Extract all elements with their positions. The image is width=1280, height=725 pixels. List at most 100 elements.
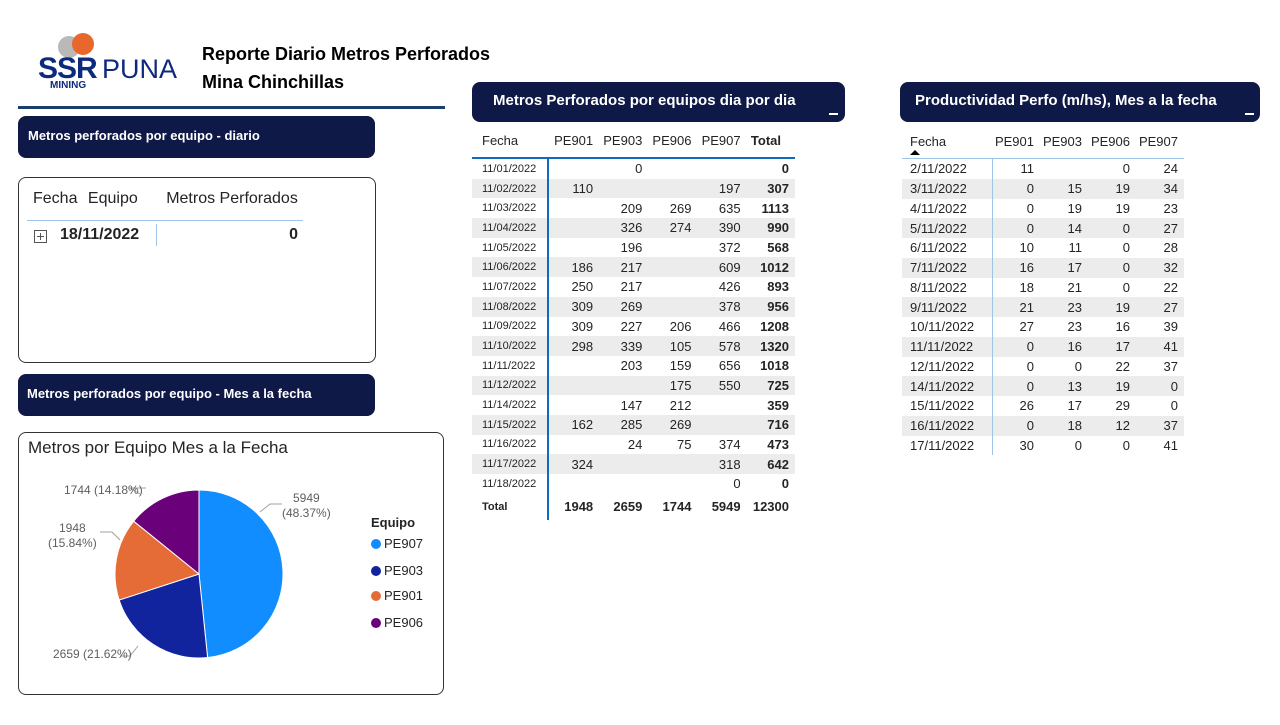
cell-fecha: 11/08/2022: [472, 296, 549, 317]
cell-pe901: [548, 198, 597, 218]
table-row: 16/11/2022 0 18 12 37: [902, 415, 1184, 436]
cell-pe906: 17: [1088, 336, 1136, 357]
cell-total: 568: [767, 240, 789, 256]
cell-pe907: 656: [718, 358, 741, 374]
total-row: Total 1948 2659 1744 5949 12300: [472, 493, 795, 520]
cell-total: 307: [744, 178, 795, 199]
cell-pe903: 203: [620, 358, 643, 374]
pie-label-pe901-value: 1948: [59, 521, 86, 535]
col-header-pe903[interactable]: PE903: [597, 124, 646, 158]
expand-icon[interactable]: [34, 230, 47, 243]
table-row: 11/18/2022 0 0: [472, 474, 795, 494]
table-row: 11/07/2022 250 217 426 893: [472, 277, 795, 297]
col-header-pe901[interactable]: PE901: [992, 124, 1040, 159]
col-header-pe906[interactable]: PE906: [1088, 124, 1136, 159]
col-header-fecha-label: Fecha: [910, 133, 947, 149]
col-header-pe903[interactable]: PE903: [1040, 124, 1088, 159]
pie-slice-pe907[interactable]: [198, 489, 284, 659]
cell-pe901: [548, 218, 598, 238]
cell-pe907: 37: [1163, 358, 1178, 374]
cell-pe901: 0: [1026, 200, 1034, 216]
cell-fecha: 11/11/2022: [472, 355, 549, 376]
total-pe903: 2659: [613, 499, 643, 515]
cell-pe907: 32: [1136, 257, 1184, 278]
cell-pe901: 0: [992, 415, 1040, 436]
cell-pe901: [548, 158, 597, 179]
cell-total: 990: [744, 218, 795, 238]
cell-fecha: 5/11/2022: [902, 218, 993, 238]
cell-pe901: 309: [548, 296, 598, 317]
legend-dot-pe901: [371, 591, 381, 601]
cell-pe901: 0: [992, 376, 1040, 396]
cell-fecha: 11/09/2022: [472, 316, 549, 337]
cell-pe907: 635: [718, 200, 741, 216]
report-title-line2: Mina Chinchillas: [202, 72, 345, 92]
minimize-icon[interactable]: [829, 113, 838, 115]
table-row: 17/11/2022 30 0 0 41: [902, 435, 1184, 456]
cell-pe901: [548, 435, 597, 455]
col-header-pe906[interactable]: PE906: [646, 124, 695, 158]
cell-pe903: [597, 474, 646, 494]
cell-pe903: 17: [1040, 257, 1088, 278]
col-metros[interactable]: Metros Perforados: [166, 190, 298, 207]
cell-pe907: 41: [1136, 336, 1184, 357]
cell-pe903: [1040, 159, 1088, 179]
table-header-row: Fecha PE901 PE903 PE906 PE907 Total: [472, 124, 795, 158]
cell-pe901: 30: [1019, 437, 1034, 453]
cell-fecha: 6/11/2022: [902, 238, 993, 258]
legend-label-pe901: PE901: [384, 588, 424, 603]
col-equipo[interactable]: Equipo: [88, 190, 138, 207]
col-header-pe907[interactable]: PE907: [695, 124, 744, 158]
cell-fecha: 16/11/2022: [902, 415, 993, 436]
cell-pe907: 23: [1163, 200, 1178, 216]
pie-label-pe901-pct: (15.84%): [48, 536, 97, 550]
legend-title: Equipo: [371, 515, 416, 530]
minimize-icon[interactable]: [1245, 113, 1254, 115]
cell-pe906: [646, 158, 695, 179]
cell-pe907: 28: [1163, 240, 1178, 256]
cell-pe903: 0: [1074, 358, 1082, 374]
cell-pe906: 206: [669, 318, 692, 334]
cell-fecha: 11/03/2022: [472, 198, 549, 219]
cell-pe903: 11: [1068, 240, 1083, 256]
cell-total: 1320: [744, 336, 795, 356]
col-header-fecha[interactable]: Fecha: [472, 124, 548, 158]
cell-pe901: [548, 375, 598, 396]
table-row: 11/11/2022 203 159 656 1018: [472, 355, 795, 376]
cell-pe903: 19: [1067, 200, 1082, 216]
month-section-header: Metros perforados por equipo - Mes a la …: [18, 374, 375, 416]
col-fecha[interactable]: Fecha: [33, 190, 77, 207]
cell-pe901: 27: [1019, 319, 1034, 335]
legend-dot-pe906: [371, 618, 381, 628]
legend-label-pe907: PE907: [384, 536, 424, 551]
table-row: 4/11/2022 0 19 19 23: [902, 198, 1184, 219]
col-header-fecha[interactable]: Fecha: [902, 124, 992, 159]
cell-pe903: 196: [620, 240, 643, 256]
col-header-pe907[interactable]: PE907: [1136, 124, 1184, 159]
cell-pe903: 13: [1040, 376, 1088, 396]
sort-ascending-icon[interactable]: [910, 150, 920, 155]
cell-pe906: [646, 257, 696, 278]
table-row: 11/06/2022 186 217 609 1012: [472, 257, 795, 278]
cell-pe901: 10: [1019, 240, 1034, 256]
productivity-header: Productividad Perfo (m/hs), Mes a la fec…: [900, 82, 1260, 122]
table-row: 11/09/2022 309 227 206 466 1208: [472, 316, 795, 337]
cell-pe903: 17: [1067, 398, 1082, 414]
cell-fecha: 14/11/2022: [902, 376, 993, 396]
cell-fecha: 11/12/2022: [472, 375, 549, 396]
table-row: 2/11/2022 11 0 24: [902, 158, 1184, 179]
col-header-total[interactable]: Total: [745, 124, 795, 158]
cell-pe906: [646, 238, 695, 258]
cell-pe901: 298: [548, 336, 598, 356]
cell-pe907: 372: [718, 240, 741, 256]
table-row: 8/11/2022 18 21 0 22: [902, 277, 1184, 298]
table-row: 11/17/2022 324 318 642: [472, 454, 795, 474]
cell-pe906: 19: [1088, 376, 1136, 396]
cell-fecha: 11/04/2022: [472, 218, 549, 238]
cell-pe903: 147: [620, 397, 643, 413]
col-header-pe901[interactable]: PE901: [548, 124, 597, 158]
cell-fecha: 11/07/2022: [472, 277, 549, 297]
cell-fecha: 15/11/2022: [902, 396, 993, 416]
cell-total: 1208: [760, 318, 789, 334]
pie-label-pe906: 1744 (14.18%): [64, 483, 143, 497]
